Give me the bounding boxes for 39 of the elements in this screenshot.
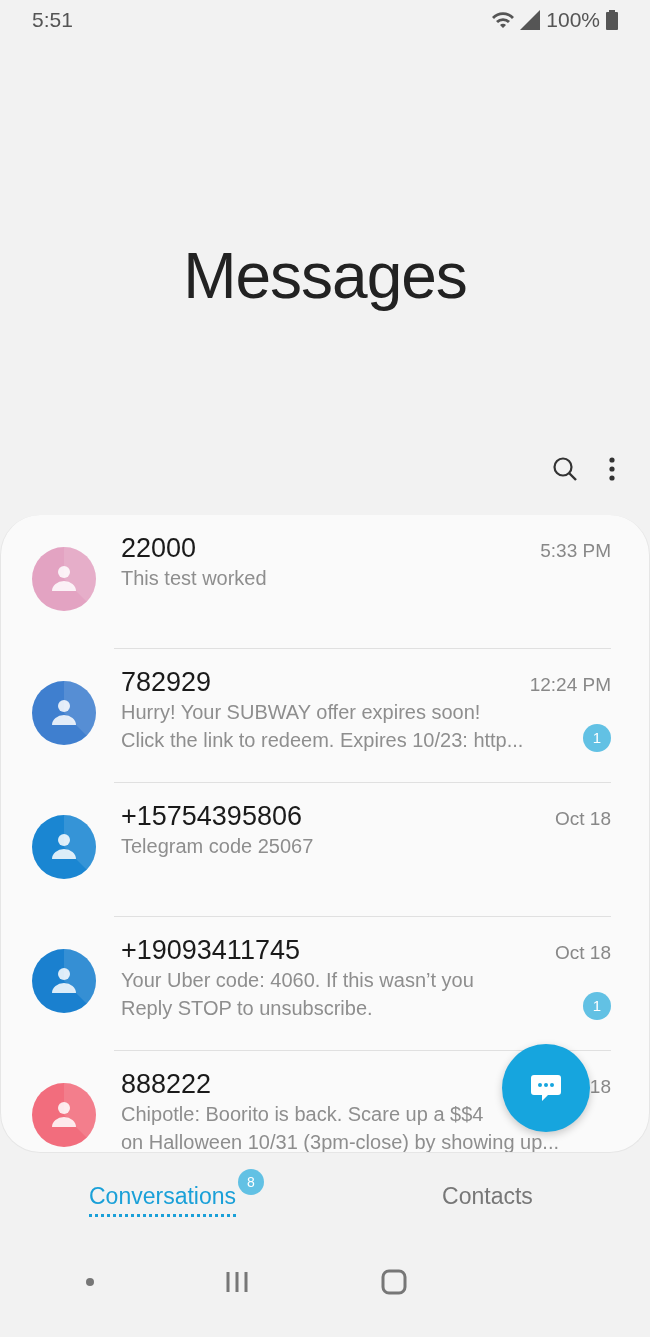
contact-name: +19093411745 <box>121 934 300 966</box>
message-preview-line: Your Uber code: 4060. If this wasn’t you <box>121 967 474 993</box>
message-time: 5:33 PM <box>540 539 611 562</box>
unread-badge: 1 <box>583 723 611 752</box>
message-preview-line: This test worked <box>121 565 267 591</box>
recent-apps-icon[interactable] <box>225 1269 250 1294</box>
contact-name: 22000 <box>121 532 197 564</box>
tab[interactable]: Contacts <box>442 1183 533 1218</box>
battery-icon <box>606 9 618 30</box>
signal-icon <box>520 9 541 30</box>
count-badge: 8 <box>238 1169 264 1196</box>
contact-name: +15754395806 <box>121 800 302 832</box>
message-time: Oct 18 <box>555 807 611 830</box>
unread-badge: 1 <box>583 991 611 1020</box>
conversation-row[interactable]: 22000 5:33 PM This test worked <box>1 514 649 648</box>
wifi-icon <box>492 10 515 29</box>
search-button[interactable] <box>552 455 578 482</box>
dot-icon[interactable] <box>85 1277 94 1286</box>
conversation-row[interactable]: +19093411745 Oct 18 Your Uber code: 4060. If this wasn’t you Reply STOP to unsubscribe. 1 <box>1 916 649 1050</box>
message-preview-line: Hurry! Your SUBWAY offer expires soon! <box>121 699 481 725</box>
contact-name: 782929 <box>121 666 212 698</box>
more-options-button[interactable] <box>608 455 616 482</box>
home-icon[interactable] <box>380 1268 407 1295</box>
battery-percent: 100% <box>546 7 600 32</box>
contact-name: 888222 <box>121 1068 212 1100</box>
conversation-row[interactable]: 782929 12:24 PM Hurry! Your SUBWAY offer expires soon! Click the link to redeem. Expires 10/23: http... 1 <box>1 648 649 782</box>
message-preview-line: on Halloween 10/31 (3pm-close) by showing up... <box>121 1129 560 1153</box>
message-preview-line: Reply STOP to unsubscribe. <box>121 995 373 1021</box>
message-preview-line: Chipotle: Boorito is back. Scare up a $$4 <box>121 1101 484 1127</box>
conversation-row[interactable]: +15754395806 Oct 18 Telegram code 25067 <box>1 782 649 916</box>
message-time: Oct 18 <box>555 941 611 964</box>
clock-time: 5:51 <box>32 7 73 32</box>
message-time: 18 <box>589 1075 611 1098</box>
conversation-row[interactable]: 888222 18 Chipotle: Boorito is back. Scare up a $$4 on Halloween 10/31 (3pm-close) by showing up... <box>1 1050 649 1153</box>
message-time: 12:24 PM <box>529 673 611 696</box>
chat-icon <box>530 1073 562 1103</box>
message-preview-line: Click the link to redeem. Expires 10/23: http... <box>121 727 524 753</box>
message-preview-line: Telegram code 25067 <box>121 833 314 859</box>
page-title: Messages <box>183 239 467 314</box>
